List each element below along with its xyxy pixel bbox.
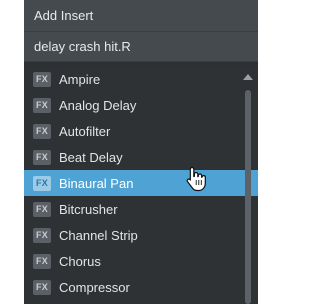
scroll-up-arrow-icon[interactable] (243, 74, 253, 80)
plugin-item-analog-delay[interactable]: FX Analog Delay (24, 92, 238, 118)
track-name: delay crash hit.R (24, 32, 258, 62)
fx-badge-icon: FX (33, 97, 51, 113)
plugin-label: Autofilter (59, 123, 111, 139)
plugin-item-ampire[interactable]: FX Ampire (24, 66, 238, 92)
plugin-label: Analog Delay (59, 97, 137, 113)
fx-badge-icon: FX (33, 201, 51, 217)
plugin-item-bitcrusher[interactable]: FX Bitcrusher (24, 196, 238, 222)
fx-badge-icon: FX (33, 253, 51, 269)
plugin-item-chorus[interactable]: FX Chorus (24, 248, 238, 274)
add-insert-menu: Add Insert delay crash hit.R FX Ampire F… (24, 0, 258, 304)
plugin-item-channel-strip[interactable]: FX Channel Strip (24, 222, 238, 248)
plugin-item-compressor[interactable]: FX Compressor (24, 274, 238, 300)
plugin-label: Bitcrusher (59, 201, 118, 217)
plugin-label: Channel Strip (59, 227, 138, 243)
fx-badge-icon: FX (33, 123, 51, 139)
plugin-item-binaural-pan[interactable]: FX Binaural Pan (24, 170, 258, 196)
menu-title: Add Insert (24, 0, 258, 32)
plugin-label: Binaural Pan (59, 175, 134, 191)
plugin-label: Beat Delay (59, 149, 123, 165)
plugin-list: FX Ampire FX Analog Delay FX Autofilter … (24, 66, 258, 304)
scroll-thumb[interactable] (245, 90, 251, 304)
fx-badge-icon: FX (33, 227, 51, 243)
scrollbar[interactable] (238, 66, 258, 304)
plugin-label: Ampire (59, 71, 101, 87)
plugin-label: Compressor (59, 279, 130, 295)
fx-badge-icon: FX (33, 71, 51, 87)
fx-badge-icon: FX (33, 175, 51, 191)
fx-badge-icon: FX (33, 279, 51, 295)
hand-pointer-cursor-icon (186, 166, 206, 192)
fx-badge-icon: FX (33, 149, 51, 165)
plugin-label: Chorus (59, 253, 101, 269)
plugin-item-autofilter[interactable]: FX Autofilter (24, 118, 238, 144)
